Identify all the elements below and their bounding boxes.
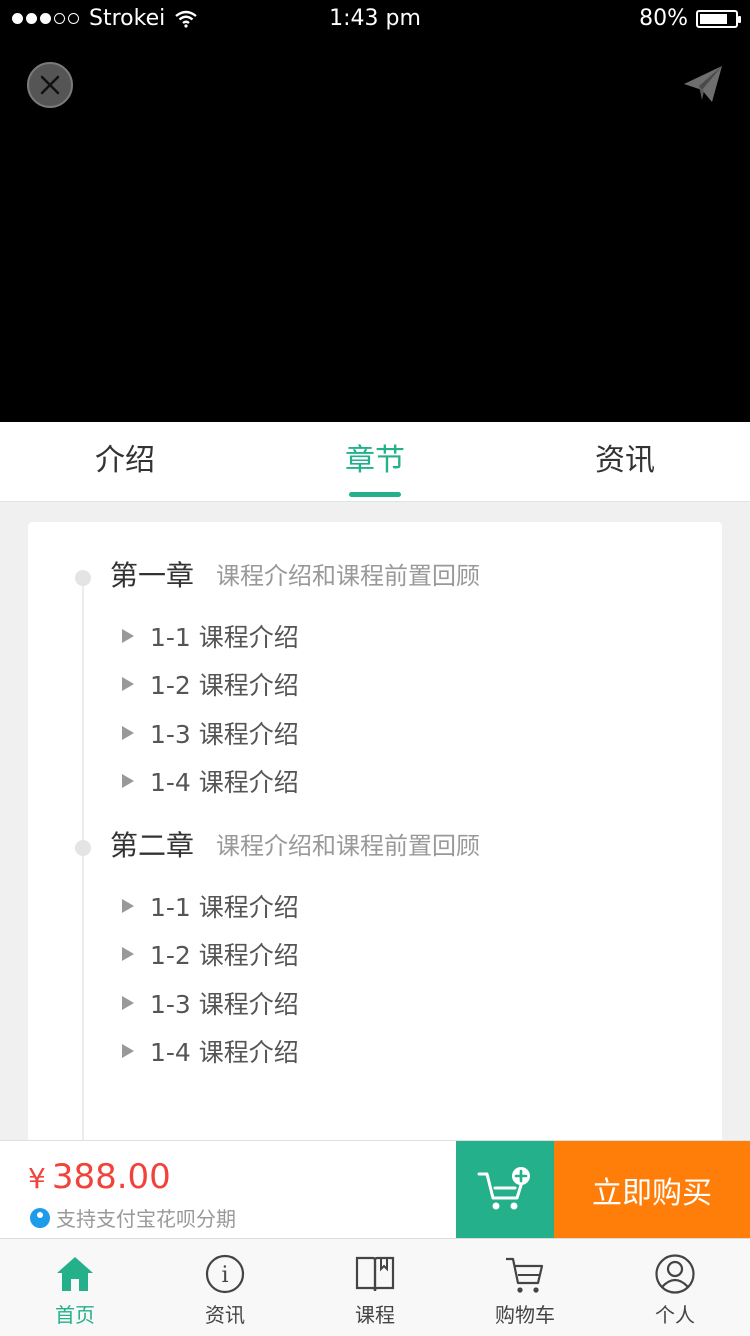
battery-icon: [696, 9, 741, 28]
lesson-label: 1-1 课程介绍: [150, 893, 299, 922]
battery-percentage: 80%: [639, 6, 688, 31]
info-icon: i: [205, 1254, 245, 1294]
installment-text: 支持支付宝花呗分期: [56, 1207, 236, 1231]
cart-icon: [506, 1257, 544, 1293]
lesson-label: 1-3 课程介绍: [150, 990, 299, 1019]
close-button[interactable]: [27, 62, 73, 108]
lesson-item[interactable]: 1-4 课程介绍: [122, 1031, 299, 1071]
lesson-label: 1-2 课程介绍: [150, 671, 299, 700]
video-player[interactable]: [0, 40, 750, 422]
timeline-line: [82, 574, 84, 1164]
nav-label: 资讯: [205, 1303, 245, 1327]
play-triangle-icon: [122, 774, 134, 788]
lesson-item[interactable]: 1-1 课程介绍: [122, 616, 299, 656]
price: ¥388.00: [28, 1157, 171, 1197]
tab-news-label: 资讯: [595, 443, 655, 478]
nav-news[interactable]: i 资讯: [150, 1239, 300, 1336]
lesson-item[interactable]: 1-4 课程介绍: [122, 761, 299, 801]
play-triangle-icon: [122, 677, 134, 691]
lesson-label: 1-1 课程介绍: [150, 623, 299, 652]
play-triangle-icon: [122, 947, 134, 961]
nav-label: 课程: [355, 1303, 395, 1327]
bottom-nav: 首页 i 资讯 课程 购物车 个人: [0, 1238, 750, 1336]
lesson-item[interactable]: 1-3 课程介绍: [122, 983, 299, 1023]
chapter-list: 第一章 课程介绍和课程前置回顾 1-1 课程介绍 1-2 课程介绍 1-3 课程…: [28, 522, 722, 1164]
add-to-cart-icon: [477, 1167, 530, 1210]
add-to-cart-button[interactable]: [456, 1141, 554, 1239]
nav-profile[interactable]: 个人: [600, 1239, 750, 1336]
tab-chapters[interactable]: 章节: [250, 422, 500, 501]
home-icon: [57, 1257, 93, 1291]
play-triangle-icon: [122, 899, 134, 913]
timeline-dot: [75, 570, 91, 586]
timeline-dot: [75, 840, 91, 856]
profile-icon: [655, 1254, 695, 1294]
nav-label: 个人: [655, 1303, 695, 1327]
clock: 1:43 pm: [329, 6, 421, 31]
play-triangle-icon: [122, 1044, 134, 1058]
purchase-bar: ¥388.00 支持支付宝花呗分期 立即购买: [0, 1140, 750, 1239]
lesson-item[interactable]: 1-1 课程介绍: [122, 886, 299, 926]
nav-label: 首页: [55, 1303, 95, 1327]
chapter-title: 第一章: [110, 559, 195, 592]
buy-now-button[interactable]: 立即购买: [554, 1141, 750, 1239]
lesson-label: 1-4 课程介绍: [150, 768, 299, 797]
tab-intro[interactable]: 介绍: [0, 422, 250, 501]
price-value: 388.00: [51, 1157, 171, 1197]
lesson-label: 1-2 课程介绍: [150, 941, 299, 970]
lesson-label: 1-3 课程介绍: [150, 720, 299, 749]
alipay-icon: [30, 1207, 50, 1228]
lesson-item[interactable]: 1-3 课程介绍: [122, 713, 299, 753]
nav-home[interactable]: 首页: [0, 1239, 150, 1336]
nav-cart[interactable]: 购物车: [450, 1239, 600, 1336]
tab-chapters-label: 章节: [345, 443, 405, 478]
close-icon: [40, 75, 60, 95]
play-triangle-icon: [122, 996, 134, 1010]
chapter-title: 第二章: [110, 829, 195, 862]
paper-plane-icon[interactable]: [682, 62, 726, 106]
lesson-label: 1-4 课程介绍: [150, 1038, 299, 1067]
currency-symbol: ¥: [28, 1162, 46, 1195]
nav-label: 购物车: [495, 1303, 555, 1327]
tab-news[interactable]: 资讯: [500, 422, 750, 501]
play-triangle-icon: [122, 629, 134, 643]
chapter-header[interactable]: 第二章 课程介绍和课程前置回顾: [28, 826, 722, 866]
chapter-header[interactable]: 第一章 课程介绍和课程前置回顾: [28, 556, 722, 596]
nav-courses[interactable]: 课程: [300, 1239, 450, 1336]
svg-text:i: i: [221, 1263, 228, 1288]
course-tabs: 介绍 章节 资讯: [0, 422, 750, 502]
book-icon: [355, 1256, 395, 1292]
chapter-description: 课程介绍和课程前置回顾: [216, 832, 480, 860]
tab-intro-label: 介绍: [95, 443, 155, 478]
status-bar: Strokei 1:43 pm 80%: [0, 0, 750, 40]
chapter-description: 课程介绍和课程前置回顾: [216, 562, 480, 590]
installment-note: 支持支付宝花呗分期: [30, 1203, 236, 1232]
active-tab-indicator: [349, 492, 401, 497]
play-triangle-icon: [122, 726, 134, 740]
lesson-item[interactable]: 1-2 课程介绍: [122, 664, 299, 704]
lesson-item[interactable]: 1-2 课程介绍: [122, 934, 299, 974]
